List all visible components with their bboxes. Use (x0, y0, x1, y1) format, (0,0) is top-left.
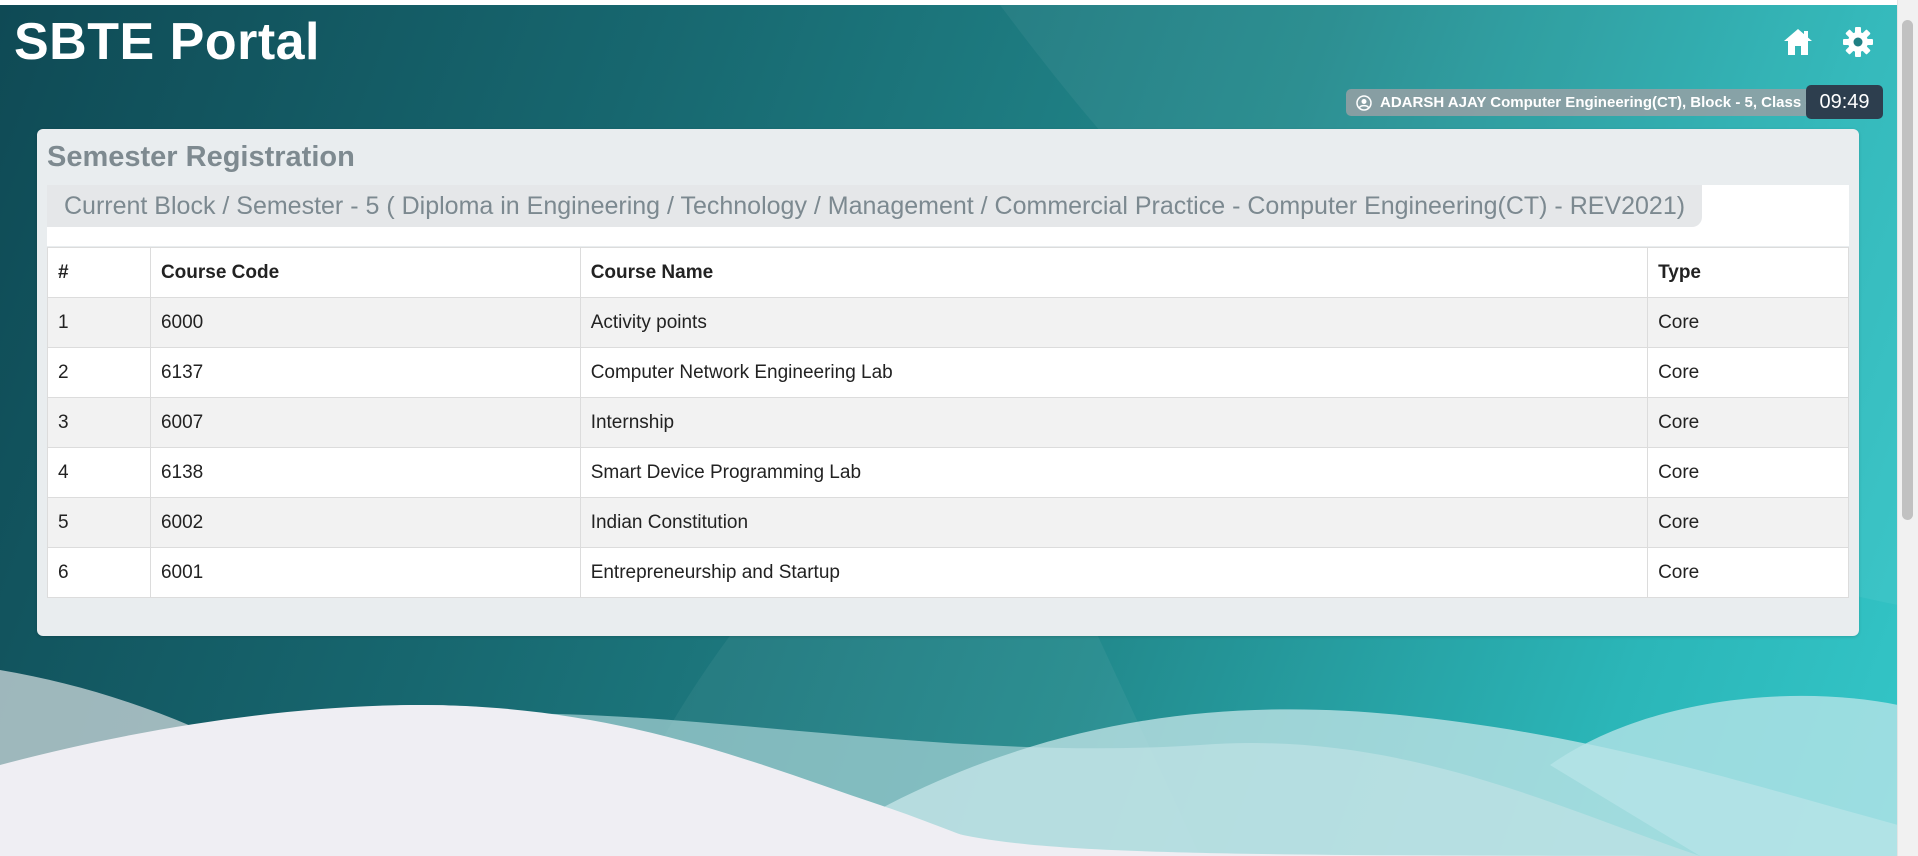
gear-icon (1843, 27, 1873, 57)
column-header-course-code: Course Code (149, 247, 581, 298)
column-header-number: # (47, 247, 151, 298)
cell-number: 5 (47, 497, 151, 548)
cell-course-name: Indian Constitution (579, 497, 1649, 548)
cell-type: Core (1647, 397, 1849, 448)
user-info-badge[interactable]: ADARSH AJAY Computer Engineering(CT), Bl… (1346, 89, 1835, 116)
cell-course-name: Entrepreneurship and Startup (579, 547, 1649, 598)
cell-course-code: 6137 (149, 347, 581, 398)
cell-course-name: Activity points (579, 297, 1649, 348)
courses-table: # Course Code Course Name Type 1 6000 Ac… (47, 247, 1849, 598)
cell-course-code: 6007 (149, 397, 581, 448)
cell-number: 2 (47, 347, 151, 398)
cell-course-code: 6138 (149, 447, 581, 498)
current-block-label: Current Block / Semester - 5 ( Diploma i… (47, 185, 1703, 227)
home-button[interactable] (1780, 24, 1816, 60)
table-row: 1 6000 Activity points Core (47, 297, 1849, 348)
column-header-course-name: Course Name (579, 247, 1649, 298)
cell-number: 3 (47, 397, 151, 448)
cell-course-name: Smart Device Programming Lab (579, 447, 1649, 498)
settings-button[interactable] (1840, 24, 1876, 60)
table-row: 6 6001 Entrepreneurship and Startup Core (47, 547, 1849, 598)
cell-course-code: 6001 (149, 547, 581, 598)
card-title: Semester Registration (47, 141, 355, 173)
user-info-text: ADARSH AJAY Computer Engineering(CT), Bl… (1380, 94, 1825, 111)
cell-number: 1 (47, 297, 151, 348)
cell-type: Core (1647, 547, 1849, 598)
table-row: 5 6002 Indian Constitution Core (47, 497, 1849, 548)
table-row: 4 6138 Smart Device Programming Lab Core (47, 447, 1849, 498)
cell-number: 6 (47, 547, 151, 598)
cell-type: Core (1647, 447, 1849, 498)
cell-number: 4 (47, 447, 151, 498)
cell-course-name: Computer Network Engineering Lab (579, 347, 1649, 398)
app-title: SBTE Portal (14, 13, 320, 71)
block-label-container: Current Block / Semester - 5 ( Diploma i… (47, 185, 1849, 246)
scrollbar-thumb[interactable] (1902, 20, 1913, 520)
cell-course-code: 6000 (149, 297, 581, 348)
cell-course-name: Internship (579, 397, 1649, 448)
table-header-row: # Course Code Course Name Type (47, 247, 1849, 298)
page-scrollbar[interactable] (1897, 0, 1918, 856)
cell-type: Core (1647, 347, 1849, 398)
table-row: 3 6007 Internship Core (47, 397, 1849, 448)
cell-type: Core (1647, 297, 1849, 348)
semester-registration-card: Semester Registration Current Block / Se… (37, 129, 1859, 636)
table-row: 2 6137 Computer Network Engineering Lab … (47, 347, 1849, 398)
column-header-type: Type (1647, 247, 1849, 298)
home-icon (1784, 29, 1812, 55)
cell-type: Core (1647, 497, 1849, 548)
cell-course-code: 6002 (149, 497, 581, 548)
clock-badge: 09:49 (1806, 85, 1883, 119)
user-circle-icon (1356, 94, 1372, 111)
